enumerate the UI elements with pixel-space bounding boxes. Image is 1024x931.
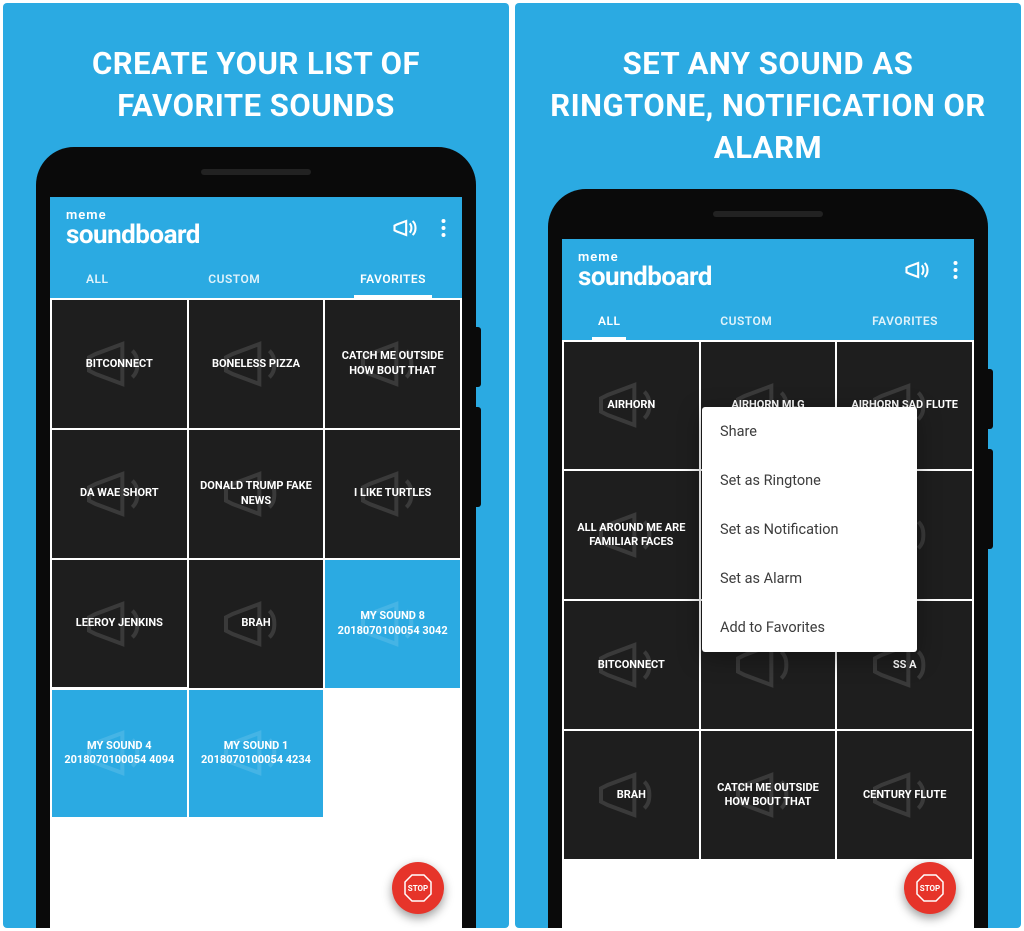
tile-label: BRAH — [241, 616, 270, 630]
sound-tile[interactable]: BRAH — [189, 560, 324, 688]
tab-favorites[interactable]: FAVORITES — [866, 302, 944, 340]
menu-item[interactable]: Set as Notification — [702, 505, 917, 554]
tab-bar: ALL CUSTOM FAVORITES — [66, 260, 446, 298]
sound-tile[interactable]: CATCH ME OUTSIDE HOW BOUT THAT — [701, 731, 836, 859]
menu-item[interactable]: Set as Ringtone — [702, 456, 917, 505]
menu-item[interactable]: Add to Favorites — [702, 603, 917, 652]
app-header: meme soundboard ALL — [50, 197, 462, 298]
tile-label: CATCH ME OUTSIDE HOW BOUT THAT — [709, 781, 828, 810]
app-header: meme soundboard ALL — [562, 239, 974, 340]
tile-label: BONELESS PIZZA — [212, 357, 300, 371]
phone-frame: meme soundboard ALL — [548, 189, 988, 928]
sound-tile — [325, 690, 460, 818]
app-logo: meme soundboard — [66, 209, 200, 248]
sound-tile[interactable]: DA WAE SHORT — [52, 430, 187, 558]
svg-text:STOP: STOP — [920, 884, 940, 893]
tile-label: LEEROY JENKINS — [76, 616, 163, 630]
tile-label: CATCH ME OUTSIDE HOW BOUT THAT — [333, 349, 452, 378]
sound-tile[interactable]: BITCONNECT — [564, 601, 699, 729]
tile-label: BITCONNECT — [86, 357, 153, 371]
svg-text:STOP: STOP — [408, 884, 428, 893]
tile-label: MY SOUND 4 2018070100054 4094 — [60, 739, 179, 768]
overflow-menu-icon[interactable] — [953, 260, 958, 280]
sound-tile[interactable]: I LIKE TURTLES — [325, 430, 460, 558]
stop-button[interactable]: STOP — [904, 862, 956, 914]
tab-favorites[interactable]: FAVORITES — [354, 260, 432, 298]
menu-item[interactable]: Share — [702, 407, 917, 456]
stop-button[interactable]: STOP — [392, 862, 444, 914]
tile-label: DONALD TRUMP FAKE NEWS — [197, 479, 316, 508]
tab-custom[interactable]: CUSTOM — [714, 302, 778, 340]
sound-tile[interactable]: AIRHORN — [564, 342, 699, 470]
promo-panel-1: CREATE YOUR LIST OF FAVORITE SOUNDS meme… — [3, 3, 509, 928]
sound-tile[interactable]: MY SOUND 8 2018070100054 3042 — [325, 560, 460, 688]
sound-tile[interactable]: CENTURY FLUTE — [837, 731, 972, 859]
tile-label: SS A — [893, 658, 917, 672]
megaphone-icon[interactable] — [391, 214, 419, 242]
tile-label: CENTURY FLUTE — [863, 788, 946, 802]
sound-tile[interactable]: CATCH ME OUTSIDE HOW BOUT THAT — [325, 300, 460, 428]
sound-tile[interactable]: ALL AROUND ME ARE FAMILIAR FACES — [564, 471, 699, 599]
tile-label: BITCONNECT — [598, 658, 665, 672]
promo-panel-2: SET ANY SOUND AS RINGTONE, NOTIFICATION … — [515, 3, 1021, 928]
menu-item[interactable]: Set as Alarm — [702, 554, 917, 603]
sound-tile[interactable]: BITCONNECT — [52, 300, 187, 428]
sound-tile[interactable]: MY SOUND 1 2018070100054 4234 — [189, 690, 324, 818]
app-screen-1: meme soundboard ALL — [50, 197, 462, 928]
tile-label: AIRHORN — [607, 398, 655, 412]
tab-custom[interactable]: CUSTOM — [202, 260, 266, 298]
tile-label: ALL AROUND ME ARE FAMILIAR FACES — [572, 521, 691, 550]
tab-all[interactable]: ALL — [592, 302, 626, 340]
tile-label: BRAH — [617, 788, 646, 802]
tab-bar: ALL CUSTOM FAVORITES — [578, 302, 958, 340]
sound-tile[interactable]: BONELESS PIZZA — [189, 300, 324, 428]
app-logo: meme soundboard — [578, 251, 712, 290]
tile-label: MY SOUND 1 2018070100054 4234 — [197, 739, 316, 768]
context-menu: ShareSet as RingtoneSet as NotificationS… — [702, 407, 917, 652]
panel-title: CREATE YOUR LIST OF FAVORITE SOUNDS — [3, 3, 509, 147]
sound-tile[interactable]: BRAH — [564, 731, 699, 859]
phone-frame: meme soundboard ALL — [36, 147, 476, 928]
sound-grid: BITCONNECT BONELESS PIZZA CATCH ME OUTSIDE… — [50, 298, 462, 928]
tab-all[interactable]: ALL — [80, 260, 114, 298]
sound-tile[interactable]: LEEROY JENKINS — [52, 560, 187, 688]
panel-title: SET ANY SOUND AS RINGTONE, NOTIFICATION … — [515, 3, 1021, 189]
sound-tile[interactable]: DONALD TRUMP FAKE NEWS — [189, 430, 324, 558]
tile-label: DA WAE SHORT — [80, 486, 159, 500]
tile-label: MY SOUND 8 2018070100054 3042 — [333, 609, 452, 638]
overflow-menu-icon[interactable] — [441, 218, 446, 238]
app-screen-2: meme soundboard ALL — [562, 239, 974, 928]
tile-label: I LIKE TURTLES — [354, 486, 431, 500]
megaphone-icon[interactable] — [903, 256, 931, 284]
sound-tile[interactable]: MY SOUND 4 2018070100054 4094 — [52, 690, 187, 818]
